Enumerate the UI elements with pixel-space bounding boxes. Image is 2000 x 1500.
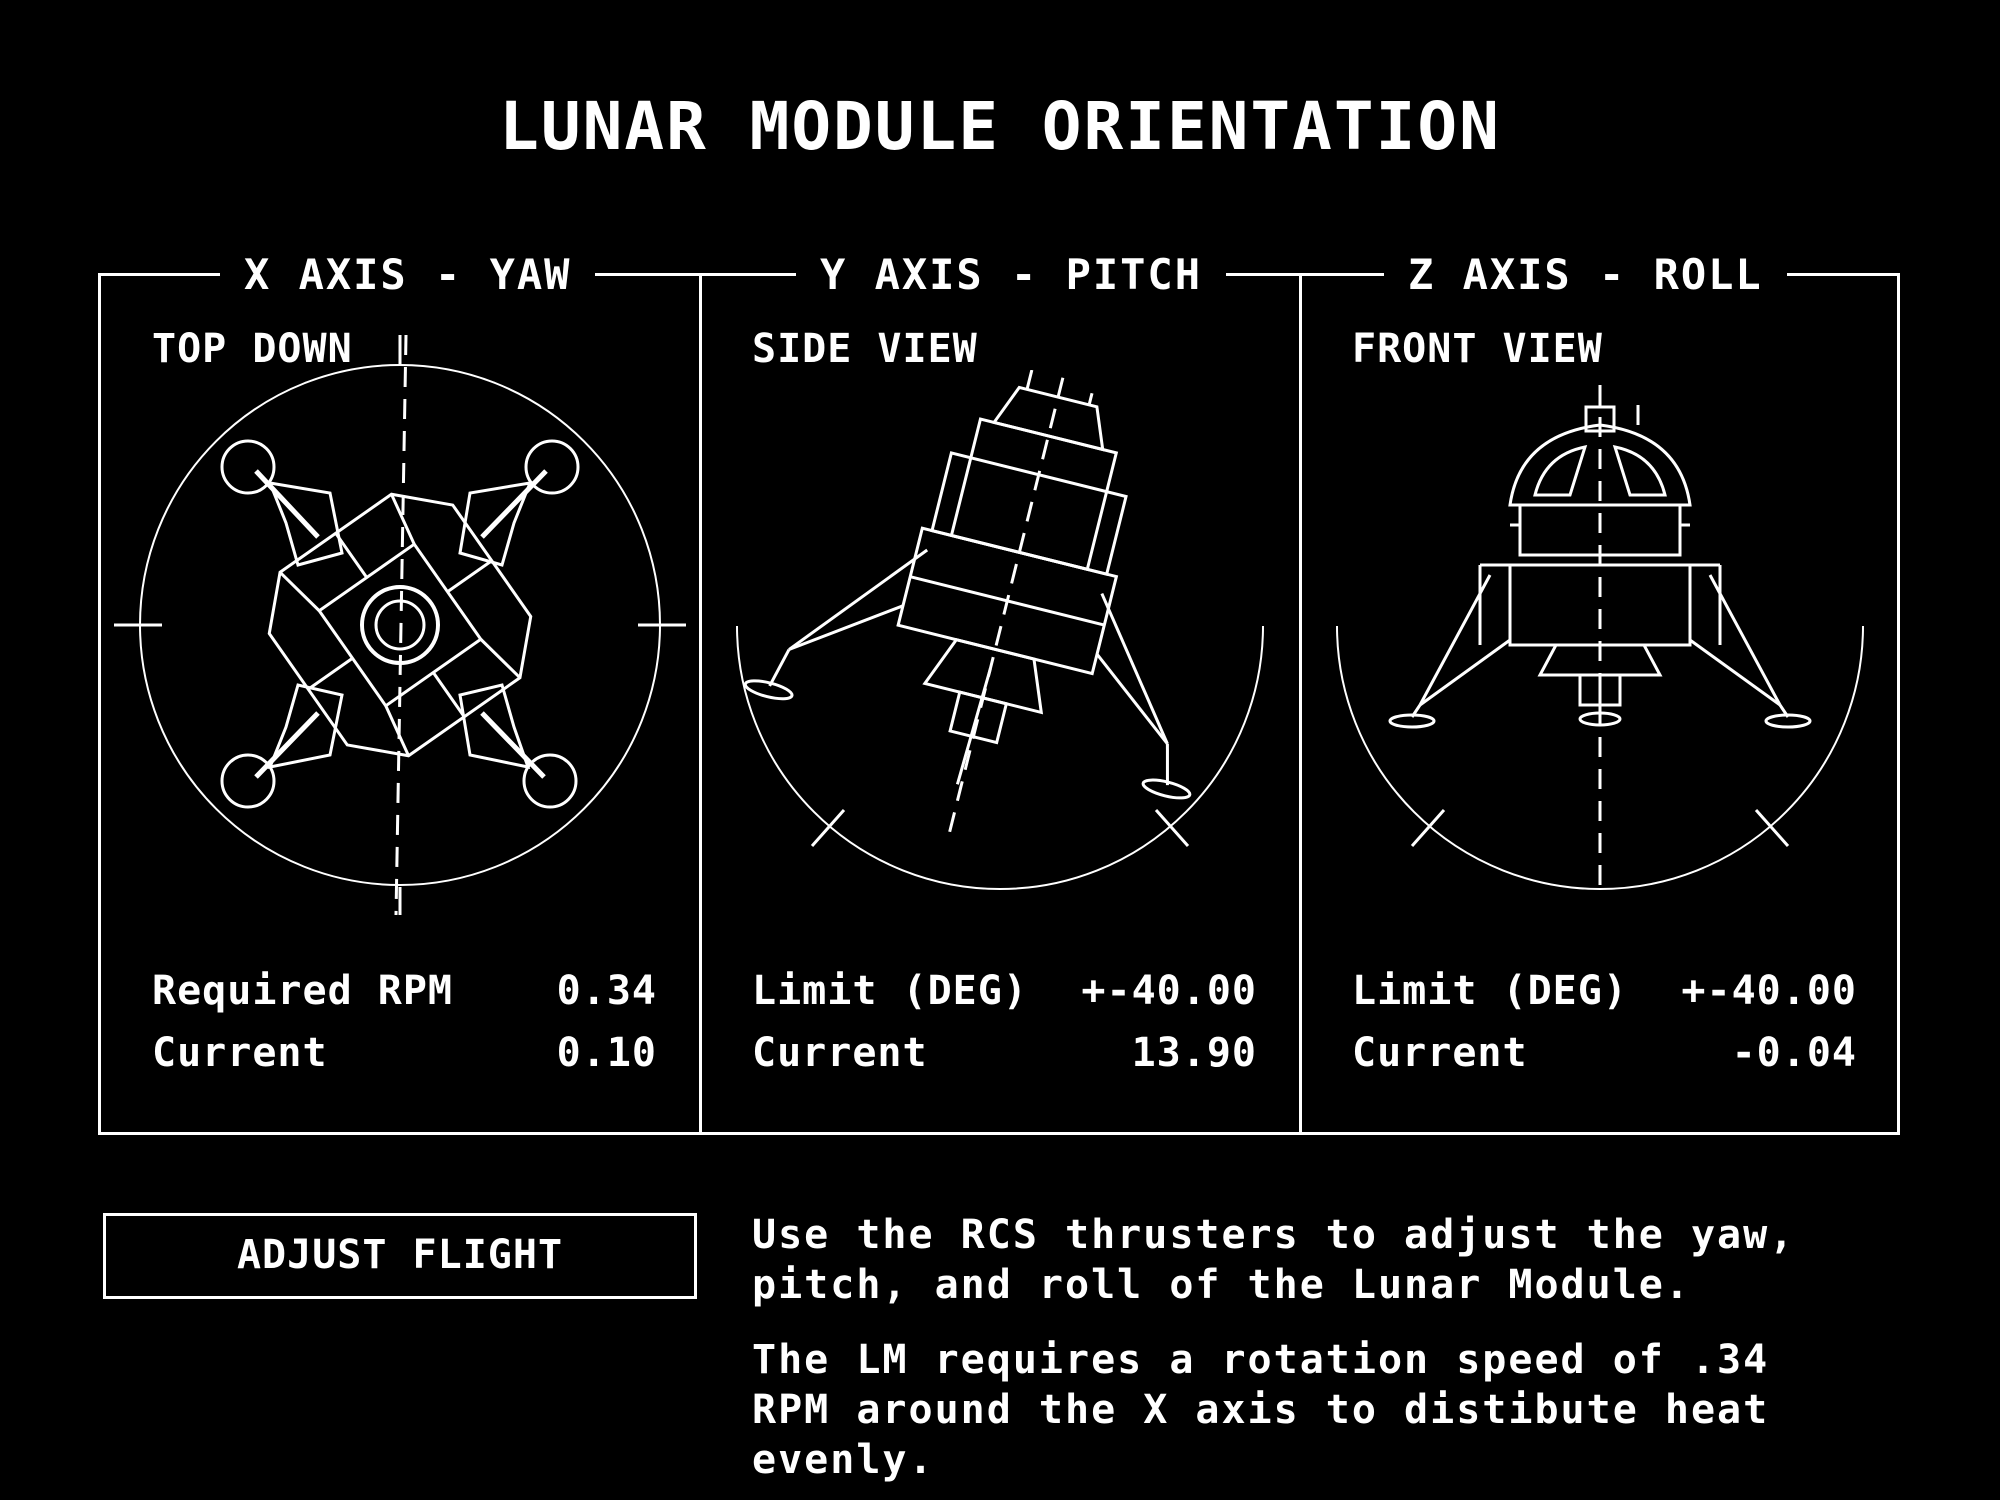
side-view-label: SIDE VIEW <box>752 326 978 372</box>
yaw-current-value: 0.10 <box>556 1030 657 1076</box>
z-axis-roll-heading: Z AXIS - ROLL <box>1384 250 1787 299</box>
lunar-module-top-view-icon <box>114 335 686 916</box>
roll-current-value: -0.04 <box>1731 1030 1857 1076</box>
current-label: Current <box>752 1030 928 1076</box>
required-rpm-label: Required RPM <box>152 968 453 1014</box>
front-view-label: FRONT VIEW <box>1352 326 1603 372</box>
instructions-text: Use the RCS thrusters to adjust the yaw,… <box>752 1212 1796 1308</box>
lunar-module-side-view-icon <box>736 370 1264 890</box>
roll-limit-label: Limit (DEG) <box>1352 968 1628 1014</box>
pitch-current-value: 13.90 <box>1131 1030 1257 1076</box>
current-label: Current <box>1352 1030 1528 1076</box>
rotation-note-text: The LM requires a rotation speed of .34 … <box>752 1337 1770 1483</box>
current-label: Current <box>152 1030 328 1076</box>
adjust-flight-button[interactable]: ADJUST FLIGHT <box>103 1213 697 1299</box>
pitch-limit-value: +-40.00 <box>1081 968 1257 1014</box>
x-axis-yaw-heading: X AXIS - YAW <box>220 250 596 299</box>
lunar-module-front-view-icon <box>1336 385 1864 890</box>
panel-divider <box>1299 273 1302 1135</box>
panel-divider <box>699 273 702 1135</box>
pitch-limit-label: Limit (DEG) <box>752 968 1028 1014</box>
required-rpm-value: 0.34 <box>556 968 657 1014</box>
page-title: LUNAR MODULE ORIENTATION <box>499 88 1501 165</box>
y-axis-pitch-heading: Y AXIS - PITCH <box>796 250 1227 299</box>
roll-limit-value: +-40.00 <box>1681 968 1857 1014</box>
